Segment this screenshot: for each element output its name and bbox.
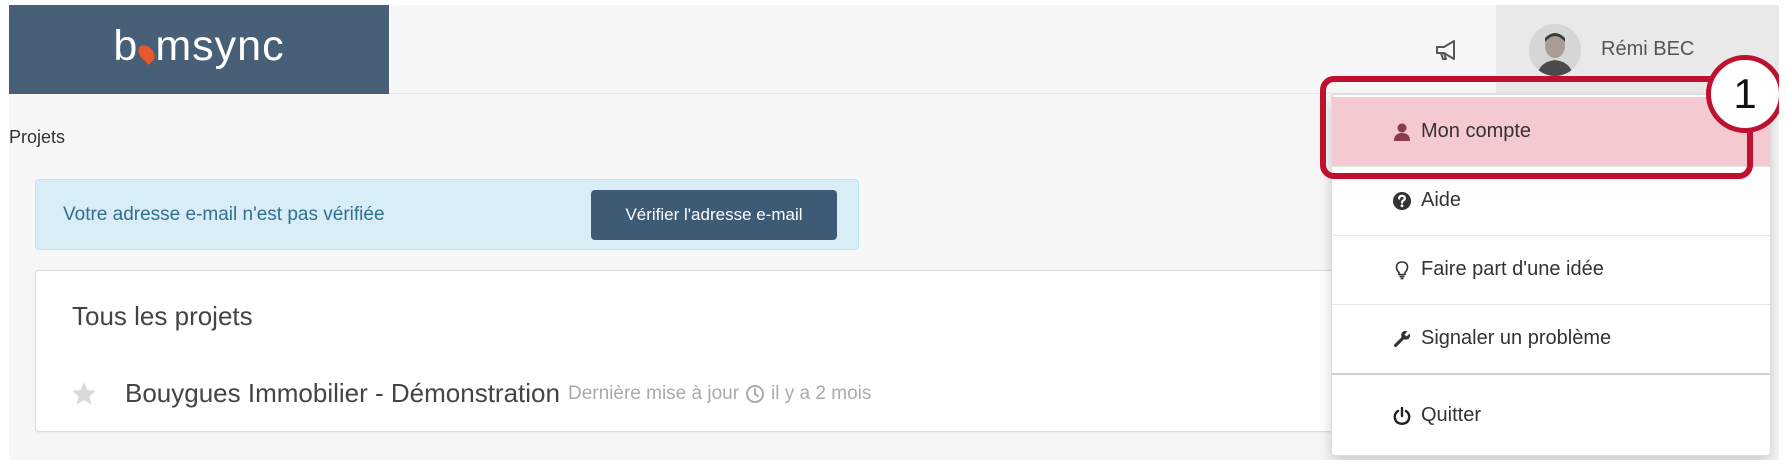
user-name: Rémi BEC xyxy=(1601,38,1695,60)
menu-item-label: Aide xyxy=(1421,189,1462,211)
question-circle-icon xyxy=(1393,191,1411,210)
menu-item-label: Signaler un problème xyxy=(1421,327,1612,349)
step-callout: 1 xyxy=(1706,55,1779,133)
last-updated-label: Dernière mise à jour xyxy=(567,382,740,404)
clock-icon xyxy=(746,384,765,403)
logo-text-end: msync xyxy=(155,22,285,70)
menu-item-quitter[interactable]: Quitter xyxy=(1332,381,1770,450)
verify-email-button[interactable]: Vérifier l'adresse e-mail xyxy=(591,190,837,240)
user-avatar xyxy=(1529,23,1581,76)
wrench-icon xyxy=(1393,330,1410,347)
app-window: b msync Rémi BEC Projets Votre adresse e-… xyxy=(9,5,1779,460)
logo-text-start: b xyxy=(113,22,139,70)
breadcrumb[interactable]: Projets xyxy=(9,127,65,148)
menu-item-label: Faire part d'une idée xyxy=(1421,258,1604,280)
email-verification-alert: Votre adresse e-mail n'est pas vérifiée … xyxy=(35,179,859,250)
lightbulb-icon xyxy=(1395,260,1409,279)
power-icon xyxy=(1393,406,1411,425)
menu-item-signaler-probleme[interactable]: Signaler un problème xyxy=(1332,304,1770,373)
last-updated-value: il y a 2 mois xyxy=(771,382,872,404)
alert-message: Votre adresse e-mail n'est pas vérifiée xyxy=(63,204,385,225)
divider xyxy=(1332,373,1770,375)
menu-item-faire-part-idee[interactable]: Faire part d'une idée xyxy=(1332,235,1770,304)
annotation-highlight-box xyxy=(1320,76,1753,179)
projects-panel: Tous les projets Bouygues Immobilier - D… xyxy=(35,270,1335,432)
bullhorn-icon[interactable] xyxy=(1434,39,1460,61)
star-icon[interactable] xyxy=(70,380,98,408)
project-last-updated: Dernière mise à jour il y a 2 mois xyxy=(568,383,871,405)
menu-item-label: Quitter xyxy=(1421,404,1482,426)
panel-title: Tous les projets xyxy=(72,301,253,331)
logo[interactable]: b msync xyxy=(9,5,389,94)
project-name[interactable]: Bouygues Immobilier - Démonstration xyxy=(125,378,560,409)
list-item[interactable]: Bouygues Immobilier - Démonstration Dern… xyxy=(70,378,871,409)
